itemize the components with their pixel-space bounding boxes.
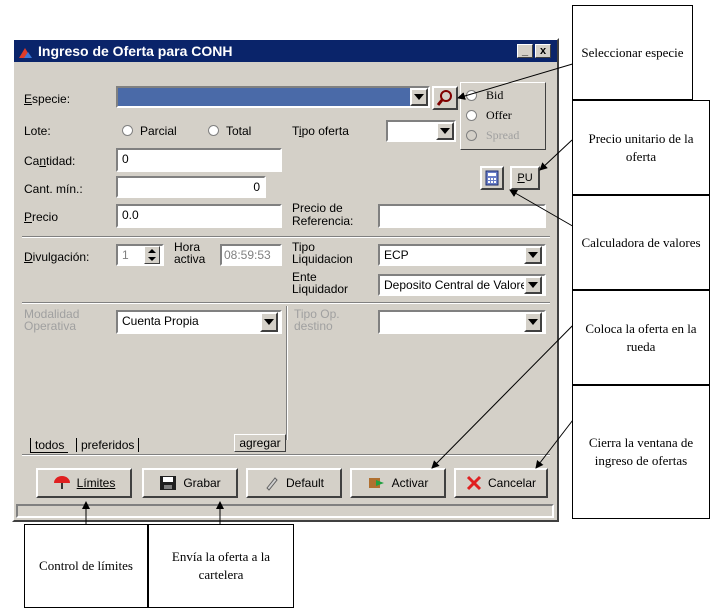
callout-control-limites: Control de límites — [24, 524, 148, 608]
callout-calculadora: Calculadora de valores — [572, 195, 710, 290]
callout-seleccionar-especie: Seleccionar especie — [572, 5, 693, 100]
arrow-calculadora — [509, 189, 577, 229]
callout-cierra-ventana: Cierra la ventana de ingreso de ofertas — [572, 385, 710, 519]
arrow-seleccionar — [457, 59, 587, 100]
callout-envia-oferta: Envía la oferta a la cartelera — [148, 524, 294, 608]
callout-precio-unitario: Precio unitario de la oferta — [572, 100, 710, 195]
callout-coloca-oferta: Coloca la oferta en la rueda — [572, 290, 710, 385]
arrow-cierra — [535, 415, 577, 469]
arrow-precio-unitario — [539, 139, 573, 171]
arrow-coloca — [431, 313, 585, 469]
